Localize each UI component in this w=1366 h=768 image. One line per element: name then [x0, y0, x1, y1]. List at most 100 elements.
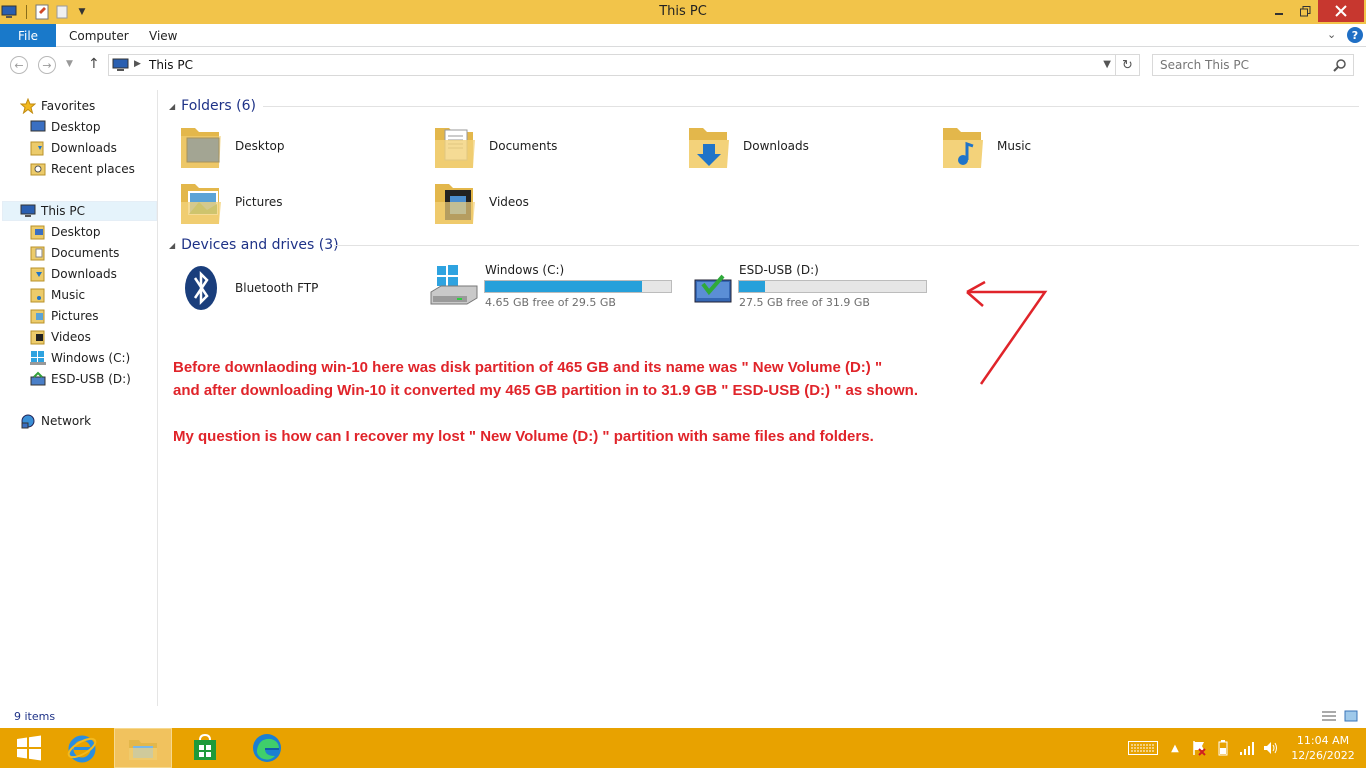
nav-this-pc-desktop[interactable]: Desktop [30, 222, 101, 242]
show-hidden-icons-icon[interactable]: ▲ [1166, 740, 1184, 756]
recent-locations-chevron-icon[interactable]: ▼ [66, 59, 73, 69]
downloads-folder-icon [30, 140, 46, 156]
battery-icon[interactable] [1214, 740, 1232, 756]
drive-label: Windows (C:) [485, 263, 565, 277]
action-center-flag-icon[interactable] [1190, 740, 1208, 756]
expand-ribbon-chevron-icon[interactable]: ⌄ [1327, 28, 1336, 41]
minimize-button[interactable] [1266, 0, 1292, 22]
taskbar-edge[interactable] [238, 728, 296, 768]
nav-this-pc-videos[interactable]: Videos [30, 327, 91, 347]
annotation-line-1: Before downlaoding win-10 here was disk … [173, 359, 883, 376]
refresh-button[interactable]: ↻ [1116, 54, 1140, 76]
usb-drive-icon [30, 371, 46, 387]
pictures-folder-icon [179, 178, 223, 226]
nav-this-pc-esd-usb-d[interactable]: ESD-USB (D:) [30, 369, 131, 389]
devices-group-header[interactable]: ◢ Devices and drives (3) [169, 235, 339, 255]
nav-favorites-desktop[interactable]: Desktop [30, 117, 101, 137]
taskbar-store[interactable] [176, 728, 234, 768]
windows-drive-icon [429, 264, 479, 311]
system-clock[interactable]: 11:04 AM 12/26/2022 [1288, 733, 1358, 763]
nav-label: Music [51, 288, 86, 302]
folders-group-header[interactable]: ◢ Folders (6) [169, 96, 256, 116]
pictures-folder-icon [30, 308, 46, 324]
nav-this-pc-windows-c[interactable]: Windows (C:) [30, 348, 130, 368]
videos-folder-icon [30, 329, 46, 345]
address-dropdown-chevron-icon[interactable]: ▼ [1103, 59, 1111, 70]
help-icon[interactable]: ? [1347, 27, 1363, 43]
nav-this-pc-documents[interactable]: Documents [30, 243, 119, 263]
drive-windows-c[interactable]: Windows (C:) 4.65 GB free of 29.5 GB [429, 262, 679, 318]
annotation-line-2: and after downloading Win-10 it converte… [173, 382, 919, 399]
folder-videos[interactable]: Videos [433, 176, 673, 228]
window-title: This PC [659, 4, 707, 19]
search-icon[interactable] [1333, 58, 1347, 75]
forward-button[interactable]: → [38, 56, 56, 74]
folder-downloads[interactable]: Downloads [687, 120, 927, 172]
search-input[interactable] [1153, 55, 1323, 75]
search-box[interactable] [1152, 54, 1354, 76]
nav-favorites-recent-places[interactable]: Recent places [30, 159, 135, 179]
breadcrumb-arrow-icon[interactable]: ▶ [134, 59, 141, 69]
folder-documents[interactable]: Documents [433, 120, 673, 172]
folder-music[interactable]: Music [941, 120, 1181, 172]
nav-label: Desktop [51, 225, 101, 239]
nav-this-pc[interactable]: This PC [2, 201, 157, 221]
folder-label: Desktop [235, 139, 285, 153]
collapse-triangle-icon[interactable]: ◢ [169, 102, 175, 111]
nav-label: ESD-USB (D:) [51, 372, 131, 386]
group-title: Folders (6) [181, 98, 256, 114]
nav-favorites-downloads[interactable]: Downloads [30, 138, 117, 158]
music-folder-icon [941, 122, 985, 170]
tab-view[interactable]: View [149, 29, 177, 43]
windows-logo-icon [17, 735, 41, 761]
folder-desktop[interactable]: Desktop [179, 120, 419, 172]
file-tab[interactable]: File [0, 24, 56, 47]
nav-this-pc-music[interactable]: Music [30, 285, 85, 305]
music-folder-icon [30, 287, 46, 303]
close-button[interactable] [1318, 0, 1364, 22]
drive-esd-usb-d[interactable]: ESD-USB (D:) 27.5 GB free of 31.9 GB [691, 262, 941, 318]
details-view-icon[interactable] [1322, 710, 1336, 722]
drive-label: ESD-USB (D:) [739, 263, 819, 277]
folder-pictures[interactable]: Pictures [179, 176, 419, 228]
large-icons-view-icon[interactable] [1344, 710, 1358, 722]
annotation-line-3: My question is how can I recover my lost… [173, 428, 874, 445]
up-button[interactable]: ↑ [88, 56, 100, 72]
address-bar[interactable]: ▶ This PC ▼ [108, 54, 1116, 76]
store-icon [194, 734, 216, 760]
folder-label: Documents [489, 139, 558, 153]
collapse-triangle-icon[interactable]: ◢ [169, 241, 175, 250]
clock-time: 11:04 AM [1296, 734, 1350, 747]
nav-label: Recent places [51, 162, 135, 176]
taskbar-internet-explorer[interactable] [53, 728, 111, 768]
tab-computer[interactable]: Computer [69, 29, 129, 43]
ribbon-tabs: File Computer View ⌄ ? [0, 24, 1366, 47]
back-button[interactable]: ← [10, 56, 28, 74]
restore-button[interactable] [1292, 0, 1318, 22]
nav-favorites[interactable]: Favorites [20, 96, 95, 116]
nav-label: Windows (C:) [51, 351, 131, 365]
nav-label: Desktop [51, 120, 101, 134]
volume-icon[interactable] [1262, 740, 1280, 756]
start-button[interactable] [0, 728, 58, 768]
nav-label: Downloads [51, 267, 117, 281]
folder-label: Music [997, 139, 1032, 153]
this-pc-icon [112, 58, 130, 75]
drive-usage-fill [739, 281, 765, 292]
signal-strength-icon[interactable] [1238, 740, 1256, 756]
taskbar-file-explorer[interactable] [114, 728, 172, 768]
nav-network[interactable]: Network [20, 411, 91, 431]
touch-keyboard-icon[interactable] [1128, 740, 1158, 756]
nav-label: Downloads [51, 141, 117, 155]
drive-usage-fill [485, 281, 642, 292]
device-bluetooth-ftp[interactable]: Bluetooth FTP [179, 262, 419, 314]
device-label: Bluetooth FTP [235, 281, 319, 295]
content-pane: ◢ Folders (6) Desktop Documents Download… [159, 90, 1366, 706]
file-explorer-icon [129, 740, 157, 760]
documents-folder-icon [433, 122, 477, 170]
internet-explorer-icon [67, 735, 97, 763]
nav-this-pc-downloads[interactable]: Downloads [30, 264, 117, 284]
nav-this-pc-pictures[interactable]: Pictures [30, 306, 99, 326]
breadcrumb[interactable]: This PC [149, 58, 193, 72]
folder-label: Pictures [235, 195, 283, 209]
